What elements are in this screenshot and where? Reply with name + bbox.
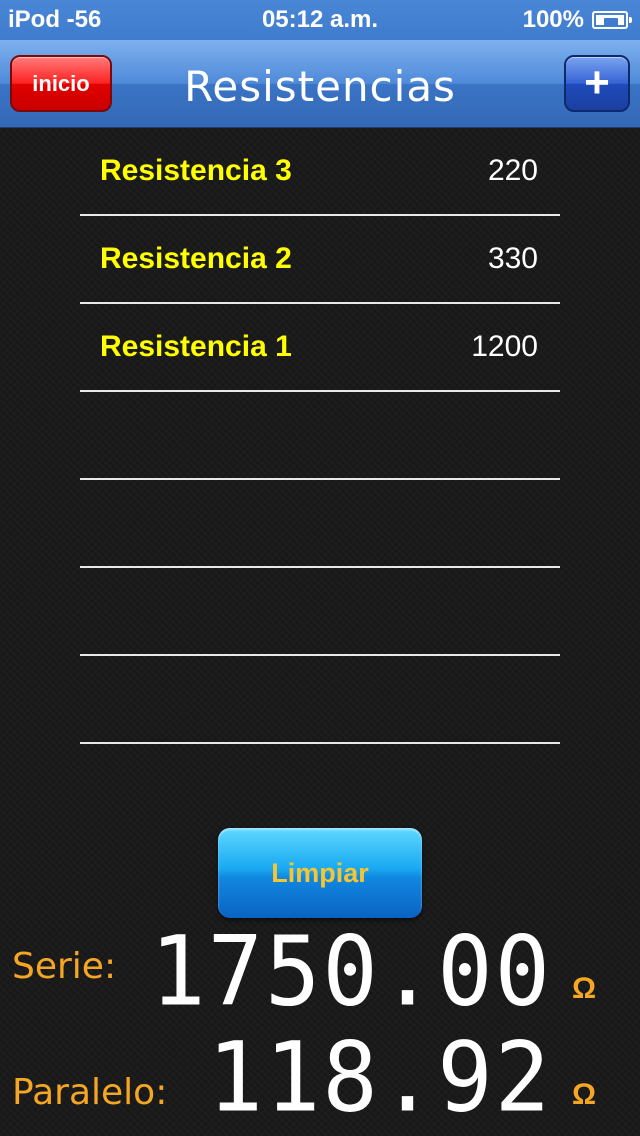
list-item-empty [80,480,560,568]
add-button[interactable]: + [564,55,630,112]
list-item[interactable]: Resistencia 2 330 [80,216,560,304]
list-item-empty [80,656,560,744]
resistance-value: 220 [487,154,538,187]
resistance-list: Resistencia 3 220 Resistencia 2 330 Resi… [80,128,560,744]
paralelo-label: Paralelo: [12,1072,168,1113]
serie-label: Serie: [12,946,117,987]
battery-icon [592,11,632,29]
battery-percentage: 100% [522,6,584,33]
resistance-value: 1200 [471,330,538,363]
list-item[interactable]: Resistencia 3 220 [80,128,560,216]
clear-button[interactable]: Limpiar [218,828,422,918]
resistance-name: Resistencia 2 [100,242,292,275]
page-title: Resistencias [184,62,456,111]
serie-unit: Ω [571,972,596,1005]
list-item-empty [80,568,560,656]
resistance-value: 330 [487,242,538,275]
list-item[interactable]: Resistencia 1 1200 [80,304,560,392]
resistance-name: Resistencia 3 [100,154,292,187]
navigation-bar: inicio Resistencias + [0,40,640,128]
plug-icon [604,18,618,26]
serie-value: 1750.00 [150,915,552,1028]
status-bar: iPod -56 05:12 a.m. 100% [0,0,640,40]
paralelo-value: 118.92 [207,1021,552,1134]
list-item-empty [80,392,560,480]
paralelo-unit: Ω [571,1078,596,1111]
battery-fill [596,15,624,26]
resistance-name: Resistencia 1 [100,330,292,363]
